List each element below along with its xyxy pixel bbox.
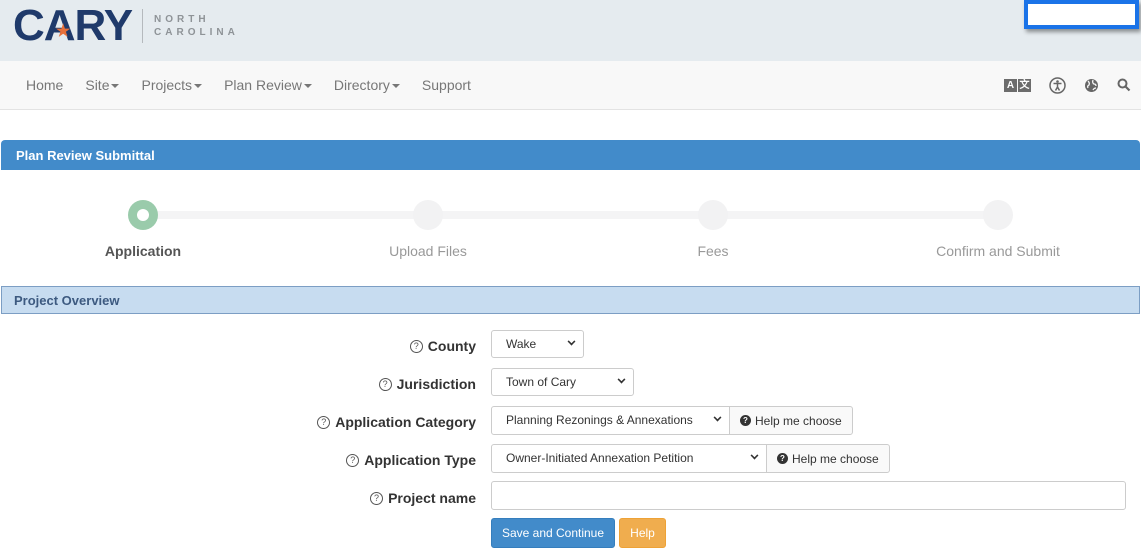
translate-icon-a: A [1004,78,1017,92]
caret-down-icon [194,84,203,88]
step-confirm-submit: Confirm and Submit [898,195,1098,259]
nav-label: Support [421,77,471,93]
step-indicator [698,200,728,230]
accessibility-icon[interactable] [1049,76,1066,94]
county-select[interactable]: Wake [491,330,584,358]
translate-icon[interactable]: A文 [1004,78,1031,92]
jurisdiction-select[interactable]: Town of Cary [491,368,634,396]
project-name-label: ? Project name [370,490,476,506]
jurisdiction-label: ? Jurisdiction [378,376,476,392]
step-fees: Fees [613,195,813,259]
project-name-input[interactable] [491,481,1126,510]
help-circle-icon[interactable]: ? [317,415,331,429]
help-button[interactable]: Help [619,518,666,548]
nav-label: Plan Review [224,77,302,93]
nav-support[interactable]: Support [411,77,482,93]
step-label: Application [104,243,182,259]
category-help-me-choose-button[interactable]: ? Help me choose [729,406,853,435]
help-circle-icon[interactable]: ? [378,377,392,391]
main-navbar: Home Site Projects Plan Review Directory… [0,61,1141,110]
select-value: Wake [506,337,537,351]
logo-divider [142,9,144,43]
button-label: Help me choose [755,413,842,428]
logo-wordmark: CARY ★ [13,1,133,50]
button-label: Help me choose [792,451,879,466]
nav-label: Site [85,77,110,93]
type-help-me-choose-button[interactable]: ? Help me choose [766,444,890,473]
nav-site[interactable]: Site [74,77,130,93]
logo-text: CARY [13,1,133,50]
application-type-select[interactable]: Owner-Initiated Annexation Petition [491,444,767,473]
nav-label: Directory [333,77,390,93]
label-text: County [427,338,476,354]
skip-link-focus-box[interactable] [1024,0,1139,29]
application-category-select[interactable]: Planning Rezonings & Annexations [491,406,730,435]
caret-down-icon [111,84,120,88]
nav-home[interactable]: Home [15,77,74,93]
step-indicator [983,200,1013,230]
help-circle-icon[interactable]: ? [409,339,423,353]
step-upload-files: Upload Files [328,195,528,259]
application-category-label: ? Application Category [317,414,476,430]
nav-directory[interactable]: Directory [323,77,411,93]
translate-icon-b: 文 [1018,78,1031,92]
panel-title: Plan Review Submittal [1,140,1140,170]
help-circle-icon[interactable]: ? [370,491,384,505]
nav-label: Home [26,77,64,93]
town-logo[interactable]: CARY ★ NORTH CAROLINA [13,4,239,48]
chevron-down-icon [750,451,759,460]
chevron-down-icon [713,413,722,422]
chevron-down-icon [567,337,576,346]
logo-state-line2: CAROLINA [154,27,239,38]
help-circle-icon[interactable]: ? [346,453,360,467]
brand-header: CARY ★ NORTH CAROLINA [0,0,1141,61]
caret-down-icon [391,84,400,88]
step-label: Fees [697,243,729,259]
select-value: Planning Rezonings & Annexations [506,413,693,427]
nav-projects[interactable]: Projects [130,77,213,93]
nav-plan-review[interactable]: Plan Review [213,77,323,93]
question-circle-icon: ? [777,453,788,464]
county-label: ? County [409,338,476,354]
label-text: Application Type [364,452,476,468]
save-and-continue-button[interactable]: Save and Continue [491,518,615,548]
select-value: Town of Cary [506,375,577,389]
progress-steps: Application Upload Files Fees Confirm an… [0,195,1141,265]
globe-icon[interactable] [1084,78,1099,93]
step-application: Application [43,195,243,259]
section-title: Project Overview [1,286,1140,314]
step-indicator-active [128,200,158,230]
step-label: Confirm and Submit [936,243,1060,259]
application-type-label: ? Application Type [346,452,476,468]
label-text: Project name [388,490,476,506]
question-circle-icon: ? [740,415,751,426]
progress-track [143,211,999,219]
label-text: Jurisdiction [396,376,476,392]
star-icon: ★ [56,23,70,40]
logo-state-line1: NORTH [154,14,210,25]
nav-label: Projects [141,77,193,93]
step-label: Upload Files [389,243,467,259]
label-text: Application Category [335,414,476,430]
caret-down-icon [303,84,312,88]
select-value: Owner-Initiated Annexation Petition [506,451,694,465]
step-indicator [413,200,443,230]
chevron-down-icon [617,375,626,384]
logo-state: NORTH CAROLINA [154,13,239,39]
search-icon[interactable] [1117,78,1131,92]
